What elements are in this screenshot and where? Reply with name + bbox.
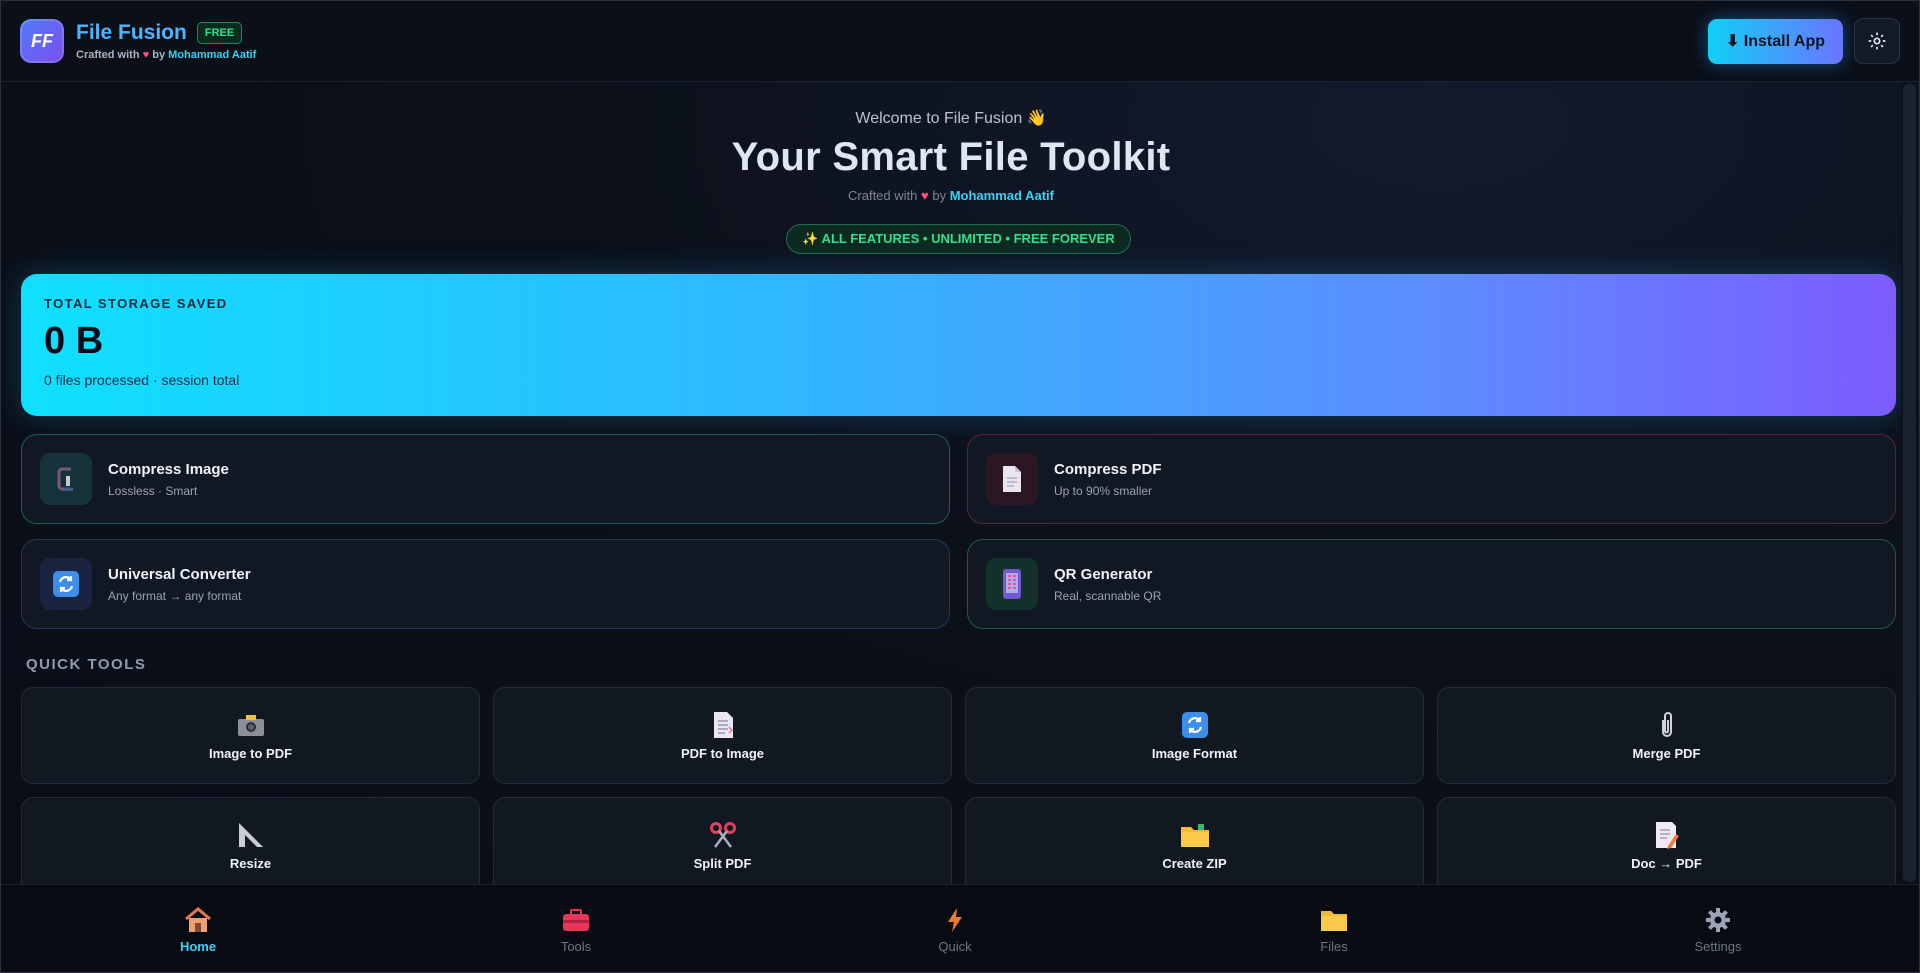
tool-split-pdf[interactable]: Split PDF <box>493 797 952 894</box>
nav-label: Tools <box>560 939 592 954</box>
storage-value: 0 B <box>44 320 104 362</box>
gear-icon <box>1705 907 1731 933</box>
tool-image-format[interactable]: Image Format <box>965 687 1424 784</box>
storage-note: 0 files processed · session total <box>44 372 240 388</box>
tool-label: Merge PDF <box>1632 746 1701 761</box>
ruler-triangle-icon <box>237 820 265 850</box>
tool-label: Create ZIP <box>1162 856 1227 871</box>
convert-icon <box>40 558 92 610</box>
feature-subtitle: Real, scannable QR <box>1054 588 1162 603</box>
feature-title: Compress Image <box>108 460 229 478</box>
storage-card: TOTAL STORAGE SAVED 0 B 0 files processe… <box>21 274 1896 416</box>
feature-title: Compress PDF <box>1054 460 1162 478</box>
tool-label: Doc → PDF <box>1631 856 1702 871</box>
memo-icon <box>1654 820 1680 850</box>
app-header: FF File Fusion FREE Crafted with ♥ by Mo… <box>1 1 1919 82</box>
paperclip-icon <box>1657 710 1677 740</box>
tool-doc-to-pdf[interactable]: Doc → PDF <box>1437 797 1896 894</box>
app-window: FF File Fusion FREE Crafted with ♥ by Mo… <box>0 0 1920 973</box>
tool-merge-pdf[interactable]: Merge PDF <box>1437 687 1896 784</box>
tool-image-to-pdf[interactable]: Image to PDF <box>21 687 480 784</box>
scissors-icon <box>709 820 737 850</box>
nav-files[interactable]: Files <box>1274 885 1394 972</box>
hero-credit: Crafted with ♥ by Mohammad Aatif <box>1 188 1901 203</box>
feature-compress-pdf[interactable]: Compress PDF Up to 90% smaller <box>967 434 1896 524</box>
tool-create-zip[interactable]: Create ZIP <box>965 797 1424 894</box>
bottom-nav: Home Tools Quick Files Settings <box>1 884 1919 972</box>
tool-label: Image Format <box>1151 746 1238 761</box>
brand: File Fusion FREE Crafted with ♥ by Moham… <box>76 21 256 61</box>
crafted-text: Crafted with <box>848 188 918 203</box>
tool-pdf-to-image[interactable]: PDF to Image <box>493 687 952 784</box>
author-name: Mohammad Aatif <box>168 49 257 61</box>
feature-subtitle: Up to 90% smaller <box>1054 483 1153 498</box>
feature-subtitle: Any format → any format <box>108 588 242 603</box>
nav-label: Quick <box>938 939 972 954</box>
tool-resize[interactable]: Resize <box>21 797 480 894</box>
nav-label: Settings <box>1694 939 1742 954</box>
settings-button[interactable] <box>1854 18 1900 64</box>
install-app-button[interactable]: ⬇ Install App <box>1707 18 1843 64</box>
nav-home[interactable]: Home <box>138 885 258 972</box>
phone-icon <box>986 558 1038 610</box>
app-name: File Fusion <box>76 21 187 44</box>
by-text: by <box>152 49 166 61</box>
home-icon <box>184 907 212 933</box>
feature-title: QR Generator <box>1054 565 1153 583</box>
nav-label: Files <box>1320 939 1348 954</box>
header-actions: ⬇ Install App <box>1707 18 1900 64</box>
page-title: Your Smart File Toolkit <box>731 135 1171 179</box>
heart-icon: ♥ <box>142 49 150 61</box>
feature-subtitle: Lossless · Smart <box>108 483 198 498</box>
features-pill: ✨ ALL FEATURES • UNLIMITED • FREE FOREVE… <box>786 224 1131 254</box>
crafted-text: Crafted with <box>76 49 140 61</box>
feature-universal-converter[interactable]: Universal Converter Any format → any for… <box>21 539 950 629</box>
lightning-icon <box>946 907 964 933</box>
author-name: Mohammad Aatif <box>949 188 1054 203</box>
gear-icon <box>1868 32 1886 50</box>
brand-credit: Crafted with ♥ by Mohammad Aatif <box>76 49 256 61</box>
feature-qr-generator[interactable]: QR Generator Real, scannable QR <box>967 539 1896 629</box>
feature-compress-image[interactable]: Compress Image Lossless · Smart <box>21 434 950 524</box>
document-icon <box>986 453 1038 505</box>
tool-label: PDF to Image <box>680 746 765 761</box>
folder-icon <box>1180 820 1210 850</box>
welcome-text: Welcome to File Fusion 👋 <box>855 110 1047 127</box>
scrollbar-thumb[interactable] <box>1903 84 1916 882</box>
nav-quick[interactable]: Quick <box>895 885 1015 972</box>
page-icon <box>711 710 735 740</box>
feature-title: Universal Converter <box>108 565 251 583</box>
tool-label: Resize <box>229 856 272 871</box>
folder-icon <box>1320 907 1348 933</box>
quick-tools-heading: QUICK TOOLS <box>26 656 147 673</box>
free-badge: FREE <box>196 22 243 44</box>
by-text: by <box>932 188 947 203</box>
nav-tools[interactable]: Tools <box>516 885 636 972</box>
clamp-icon <box>40 453 92 505</box>
storage-label: TOTAL STORAGE SAVED <box>44 296 228 311</box>
app-logo[interactable]: FF <box>20 19 64 63</box>
convert-icon <box>1181 710 1209 740</box>
nav-settings[interactable]: Settings <box>1658 885 1778 972</box>
tool-label: Split PDF <box>693 856 752 871</box>
toolbox-icon <box>562 907 590 933</box>
heart-icon: ♥ <box>921 188 929 203</box>
nav-label: Home <box>179 939 217 954</box>
camera-icon <box>237 710 265 740</box>
main-content: Welcome to File Fusion 👋 Your Smart File… <box>1 82 1919 894</box>
tool-label: Image to PDF <box>208 746 293 761</box>
